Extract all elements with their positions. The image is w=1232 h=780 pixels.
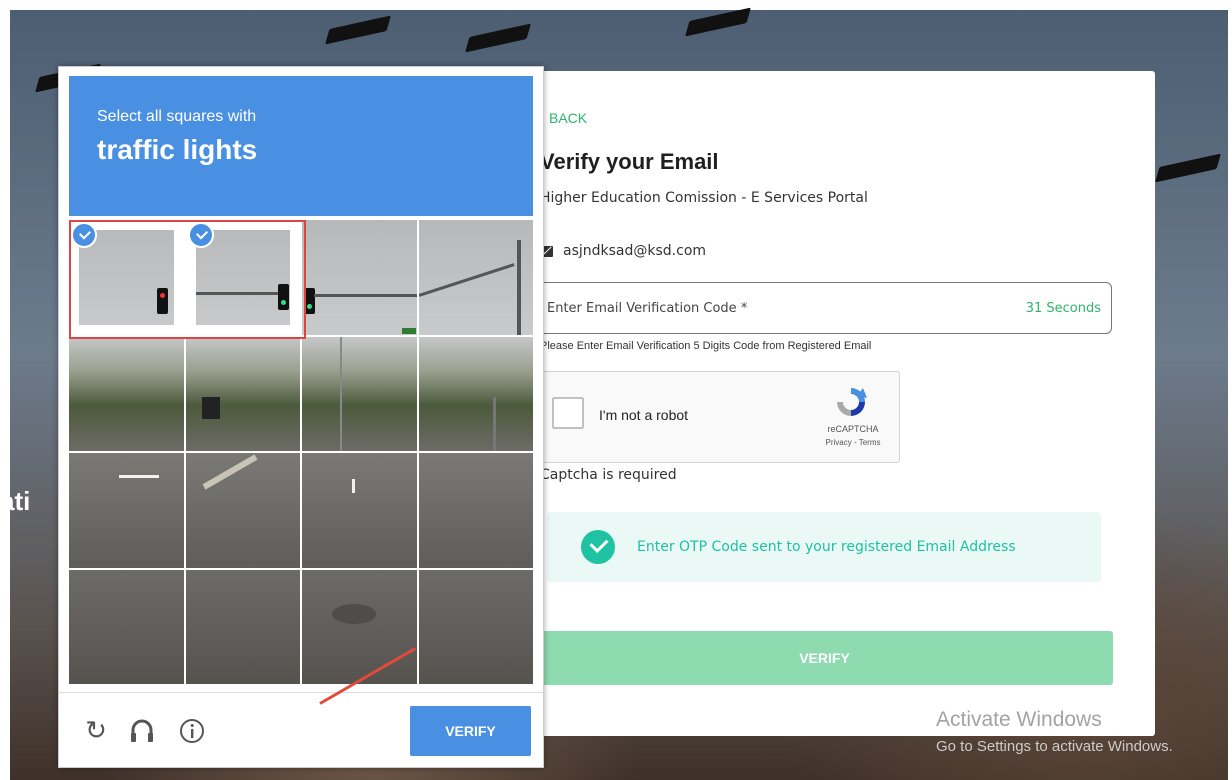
otp-notice: Enter OTP Code sent to your registered E… [547,512,1101,582]
challenge-tile[interactable] [185,336,300,451]
light-pole [340,336,342,451]
light-pole [195,292,286,295]
traffic-light-icon [277,284,289,310]
info-icon[interactable] [177,716,207,746]
reload-icon[interactable]: ↻ [81,716,111,746]
light-pole [516,240,521,335]
right-margin [1228,0,1232,780]
verification-helper-text: Please Enter Email Verification 5 Digits… [540,340,872,352]
challenge-tile[interactable] [418,220,533,335]
selected-check-icon [187,222,214,248]
challenge-tile[interactable] [418,569,533,684]
back-link[interactable]: BACK [549,110,587,126]
challenge-tile[interactable] [69,569,184,684]
challenge-tile[interactable] [69,220,184,335]
light-pole [314,294,417,297]
lane-marking [352,479,355,493]
light-pole [492,396,496,451]
traffic-light-icon [157,288,168,314]
captcha-error: Captcha is required [540,467,677,483]
recaptcha-brand: reCAPTCHA [827,424,879,434]
challenge-tile[interactable] [185,220,300,335]
recaptcha-label: I'm not a robot [599,407,689,423]
challenge-tile[interactable] [302,336,417,451]
page-title: Verify your Email [540,149,719,174]
challenge-tile[interactable] [302,569,417,684]
email-row: asjndksad@ksd.com [540,243,706,259]
check-circle-icon [581,530,615,564]
challenge-tile[interactable] [185,453,300,568]
audio-icon[interactable] [127,716,157,746]
manhole [332,603,376,624]
challenge-tile[interactable] [418,453,533,568]
verify-button[interactable]: VERIFY [536,631,1113,685]
challenge-verify-button[interactable]: VERIFY [410,706,531,756]
challenge-tile[interactable] [302,220,417,335]
challenge-tile[interactable] [302,453,417,568]
top-margin [0,0,1232,10]
selected-check-icon [71,222,97,248]
recaptcha-challenge-dialog: Select all squares with traffic lights ↻… [58,66,544,768]
median [202,454,257,490]
recaptcha-privacy-terms[interactable]: Privacy - Terms [818,438,888,447]
recaptcha-checkbox[interactable] [552,397,584,429]
countdown-timer: 31 Seconds [1025,300,1101,316]
portal-subtitle: Higher Education Comission - E Services … [540,190,868,206]
challenge-tile[interactable] [69,336,184,451]
light-pole [418,263,515,297]
background-heading-fragment: ati [0,486,31,516]
activate-windows-subtitle: Go to Settings to activate Windows. [936,738,1173,755]
challenge-instruction: Select all squares with [97,108,257,125]
verification-code-label: Enter Email Verification Code * [547,300,748,316]
traffic-light-icon [304,288,315,314]
road-sign [201,396,220,419]
street-sign [402,328,416,334]
left-margin [0,0,10,780]
activate-windows-title: Activate Windows [936,708,1102,731]
lane-marking [119,475,159,478]
email-address: asjndksad@ksd.com [563,243,707,259]
recaptcha-widget: I'm not a robot reCAPTCHA Privacy - Term… [540,371,900,463]
challenge-header: Select all squares with traffic lights [69,76,533,216]
verification-code-input[interactable]: Enter Email Verification Code * 31 Secon… [536,282,1112,334]
challenge-image-grid [69,220,533,684]
challenge-tile[interactable] [69,453,184,568]
otp-notice-text: Enter OTP Code sent to your registered E… [637,539,1016,555]
challenge-tile[interactable] [185,569,300,684]
challenge-tile[interactable] [418,336,533,451]
challenge-footer: ↻ VERIFY [59,692,543,768]
challenge-target: traffic lights [97,134,258,165]
recaptcha-logo-icon [837,388,867,416]
